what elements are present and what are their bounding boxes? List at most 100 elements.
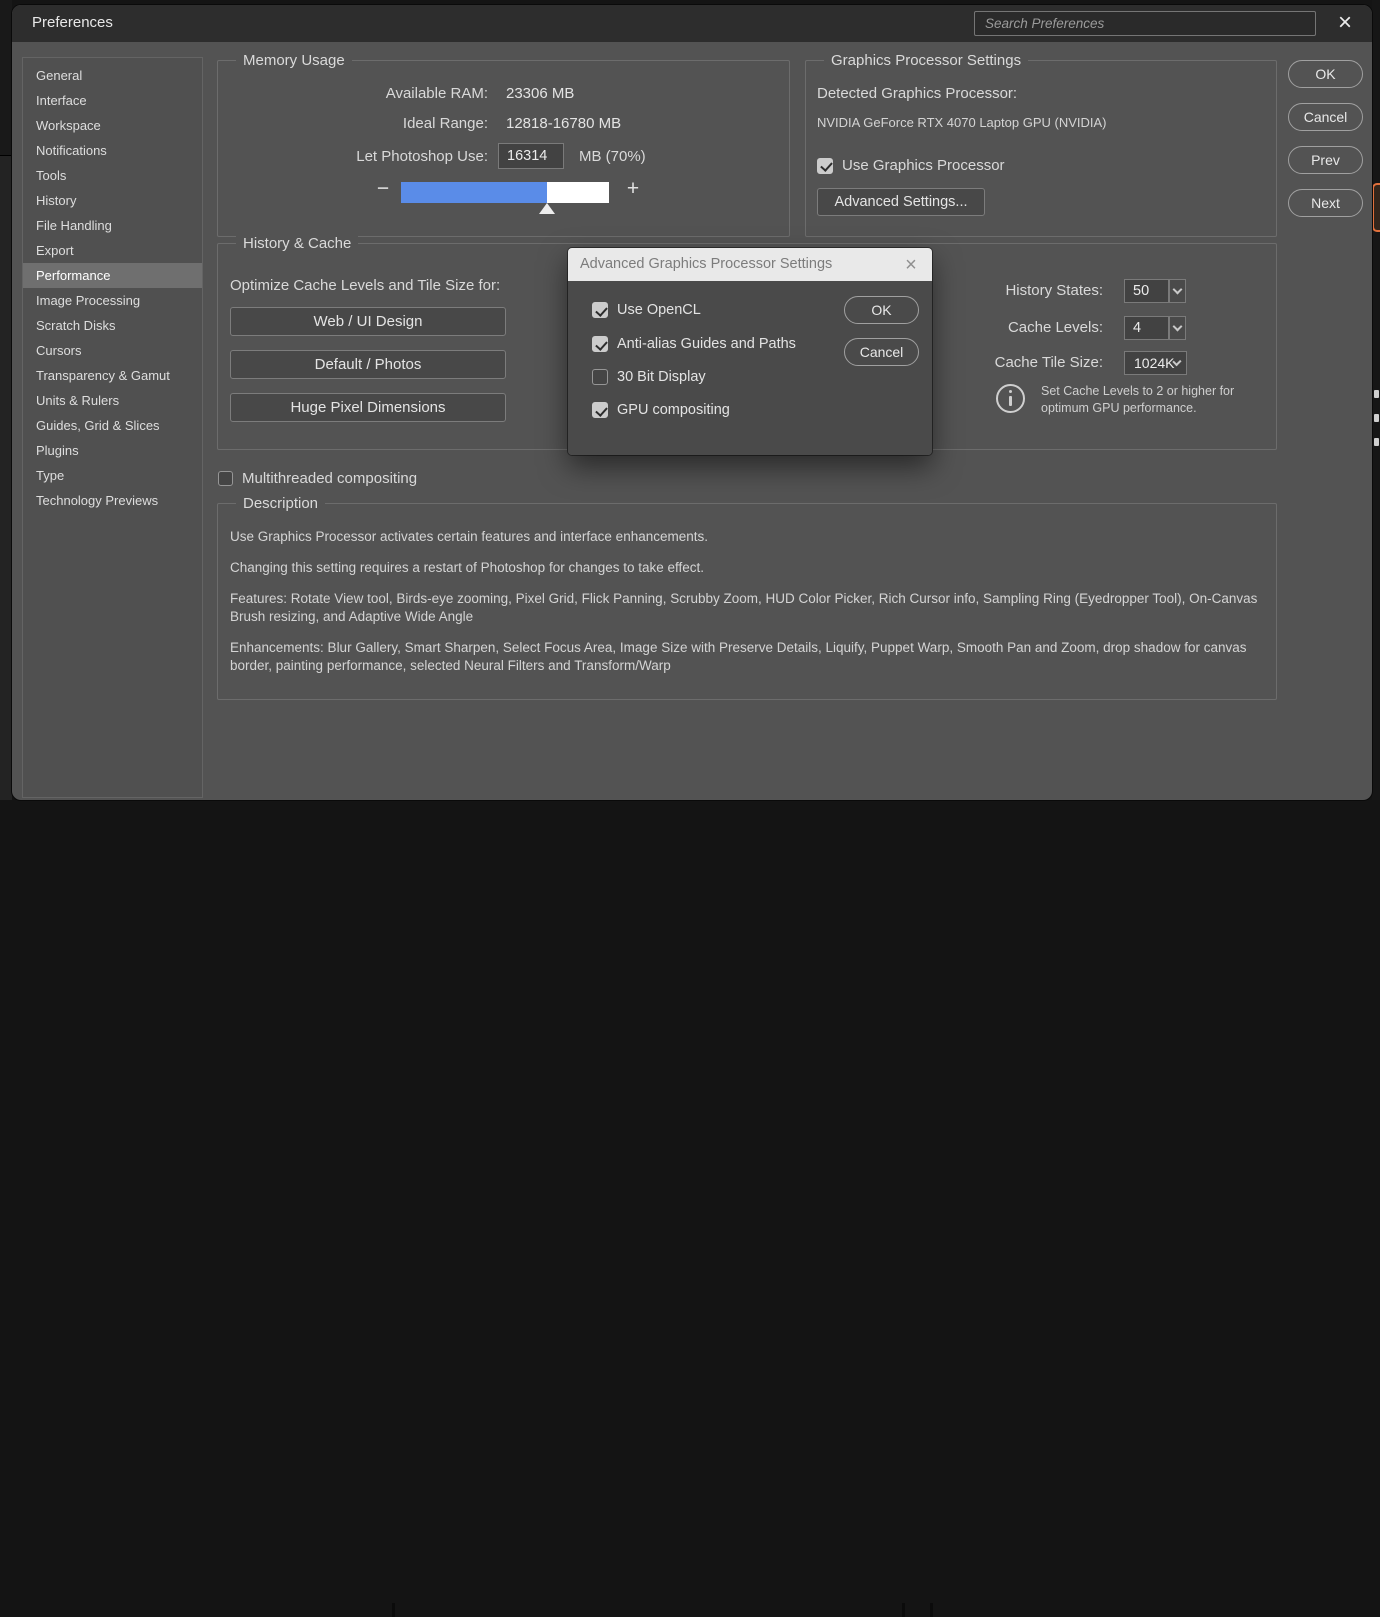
optimize-cache-label: Optimize Cache Levels and Tile Size for: — [230, 277, 501, 294]
sidebar-item-cursors[interactable]: Cursors — [23, 338, 202, 363]
preferences-sidebar: General Interface Workspace Notification… — [22, 57, 203, 798]
let-photoshop-use-label: Let Photoshop Use: — [356, 148, 488, 165]
chevron-down-icon — [1172, 321, 1183, 331]
background-app-edge — [0, 156, 12, 817]
thirty-bit-display-label: 30 Bit Display — [617, 369, 706, 385]
anti-alias-checkbox[interactable] — [592, 336, 608, 352]
gpu-compositing-label: GPU compositing — [617, 402, 730, 418]
use-opencl-row: Use OpenCL — [592, 302, 701, 318]
use-graphics-processor-row: Use Graphics Processor — [817, 157, 1005, 174]
use-opencl-checkbox[interactable] — [592, 302, 608, 318]
background-text-fragment — [1374, 390, 1379, 398]
cache-tile-size-label: Cache Tile Size: — [994, 354, 1103, 371]
background-app-edge — [0, 0, 12, 155]
description-group: Description Use Graphics Processor activ… — [217, 495, 1277, 700]
multithreaded-compositing-checkbox[interactable] — [218, 471, 233, 486]
use-opencl-label: Use OpenCL — [617, 302, 701, 318]
dialog-cancel-button[interactable]: Cancel — [844, 338, 919, 366]
memory-usage-group: Memory Usage Available RAM: 23306 MB Ide… — [217, 52, 790, 237]
multithreaded-compositing-row: Multithreaded compositing — [218, 470, 417, 487]
use-graphics-processor-checkbox[interactable] — [817, 157, 833, 174]
preset-default-photos-button[interactable]: Default / Photos — [230, 350, 506, 379]
background-app-edge — [1372, 0, 1380, 817]
cache-levels-input[interactable] — [1124, 316, 1169, 340]
memory-increase-button[interactable]: + — [620, 176, 646, 202]
background-panel-seam — [392, 1603, 395, 1617]
gpu-compositing-row: GPU compositing — [592, 402, 730, 418]
cancel-button[interactable]: Cancel — [1288, 103, 1363, 131]
sidebar-item-scratch-disks[interactable]: Scratch Disks — [23, 313, 202, 338]
sidebar-item-technology-previews[interactable]: Technology Previews — [23, 488, 202, 513]
prev-button[interactable]: Prev — [1288, 146, 1363, 174]
sidebar-item-export[interactable]: Export — [23, 238, 202, 263]
window-title: Preferences — [32, 14, 113, 31]
history-states-dropdown-button[interactable] — [1169, 279, 1186, 303]
sidebar-item-type[interactable]: Type — [23, 463, 202, 488]
history-cache-legend: History & Cache — [236, 235, 359, 252]
cache-tile-size-value: 1024K — [1134, 355, 1175, 371]
memory-decrease-button[interactable]: − — [370, 176, 396, 202]
ideal-range-label: Ideal Range: — [402, 115, 488, 132]
description-paragraph: Changing this setting requires a restart… — [230, 559, 705, 575]
background-panel-seam — [902, 1603, 905, 1617]
available-ram-label: Available RAM: — [385, 85, 488, 102]
sidebar-item-performance[interactable]: Performance — [23, 263, 202, 288]
dialog-body: Use OpenCL Anti-alias Guides and Paths 3… — [568, 281, 932, 455]
sidebar-item-history[interactable]: History — [23, 188, 202, 213]
sidebar-item-tools[interactable]: Tools — [23, 163, 202, 188]
sidebar-item-guides-grid-slices[interactable]: Guides, Grid & Slices — [23, 413, 202, 438]
dialog-titlebar: Advanced Graphics Processor Settings × — [568, 248, 932, 281]
search-input[interactable] — [974, 11, 1316, 36]
background-app-bottom-bar — [0, 800, 1380, 1617]
background-panel-seam — [930, 1603, 933, 1617]
cache-levels-dropdown-button[interactable] — [1169, 316, 1186, 340]
multithreaded-compositing-label: Multithreaded compositing — [242, 470, 418, 487]
memory-slider-track[interactable] — [401, 182, 609, 203]
memory-usage-legend: Memory Usage — [236, 52, 352, 69]
preset-huge-pixel-dimensions-button[interactable]: Huge Pixel Dimensions — [230, 393, 506, 422]
history-states-input[interactable] — [1124, 279, 1169, 303]
graphics-processor-legend: Graphics Processor Settings — [824, 52, 1029, 69]
use-graphics-processor-label: Use Graphics Processor — [842, 157, 1005, 174]
anti-alias-label: Anti-alias Guides and Paths — [617, 336, 796, 352]
sidebar-item-image-processing[interactable]: Image Processing — [23, 288, 202, 313]
preset-web-ui-design-button[interactable]: Web / UI Design — [230, 307, 506, 336]
sidebar-item-general[interactable]: General — [23, 63, 202, 88]
screen: Preferences × General Interface Workspac… — [0, 0, 1380, 1617]
sidebar-item-notifications[interactable]: Notifications — [23, 138, 202, 163]
sidebar-item-file-handling[interactable]: File Handling — [23, 213, 202, 238]
memory-slider-thumb[interactable] — [538, 203, 555, 214]
window-titlebar: Preferences × — [12, 5, 1372, 42]
sidebar-item-workspace[interactable]: Workspace — [23, 113, 202, 138]
graphics-processor-group: Graphics Processor Settings Detected Gra… — [805, 52, 1277, 237]
sidebar-item-interface[interactable]: Interface — [23, 88, 202, 113]
sidebar-item-plugins[interactable]: Plugins — [23, 438, 202, 463]
let-photoshop-use-input[interactable] — [498, 143, 564, 169]
available-ram-value: 23306 MB — [506, 85, 575, 102]
memory-slider-fill — [401, 182, 547, 203]
history-states-label: History States: — [1005, 282, 1103, 299]
memory-unit-label: MB (70%) — [579, 148, 646, 165]
sidebar-item-transparency-gamut[interactable]: Transparency & Gamut — [23, 363, 202, 388]
dialog-close-icon[interactable]: × — [898, 252, 924, 278]
thirty-bit-display-row: 30 Bit Display — [592, 369, 706, 385]
cache-info-text: Set Cache Levels to 2 or higher for opti… — [1041, 384, 1235, 415]
cache-levels-label: Cache Levels: — [1007, 319, 1103, 336]
close-icon[interactable]: × — [1330, 8, 1360, 38]
gpu-compositing-checkbox[interactable] — [592, 402, 608, 418]
description-legend: Description — [236, 495, 326, 512]
advanced-gpu-settings-dialog: Advanced Graphics Processor Settings × U… — [568, 248, 932, 455]
sidebar-item-units-rulers[interactable]: Units & Rulers — [23, 388, 202, 413]
dialog-ok-button[interactable]: OK — [844, 296, 919, 324]
next-button[interactable]: Next — [1288, 189, 1363, 217]
thirty-bit-display-checkbox[interactable] — [592, 369, 608, 385]
background-text-fragment — [1374, 438, 1379, 446]
background-app-seam — [0, 155, 12, 156]
info-icon — [996, 384, 1025, 413]
ok-button[interactable]: OK — [1288, 60, 1363, 88]
advanced-settings-button[interactable]: Advanced Settings... — [817, 188, 985, 216]
detected-gpu-label: Detected Graphics Processor: — [817, 85, 1018, 102]
ideal-range-value: 12818-16780 MB — [506, 115, 622, 132]
cache-tile-size-select[interactable]: 1024K — [1124, 351, 1187, 375]
description-paragraph: Enhancements: Blur Gallery, Smart Sharpe… — [230, 639, 1247, 673]
